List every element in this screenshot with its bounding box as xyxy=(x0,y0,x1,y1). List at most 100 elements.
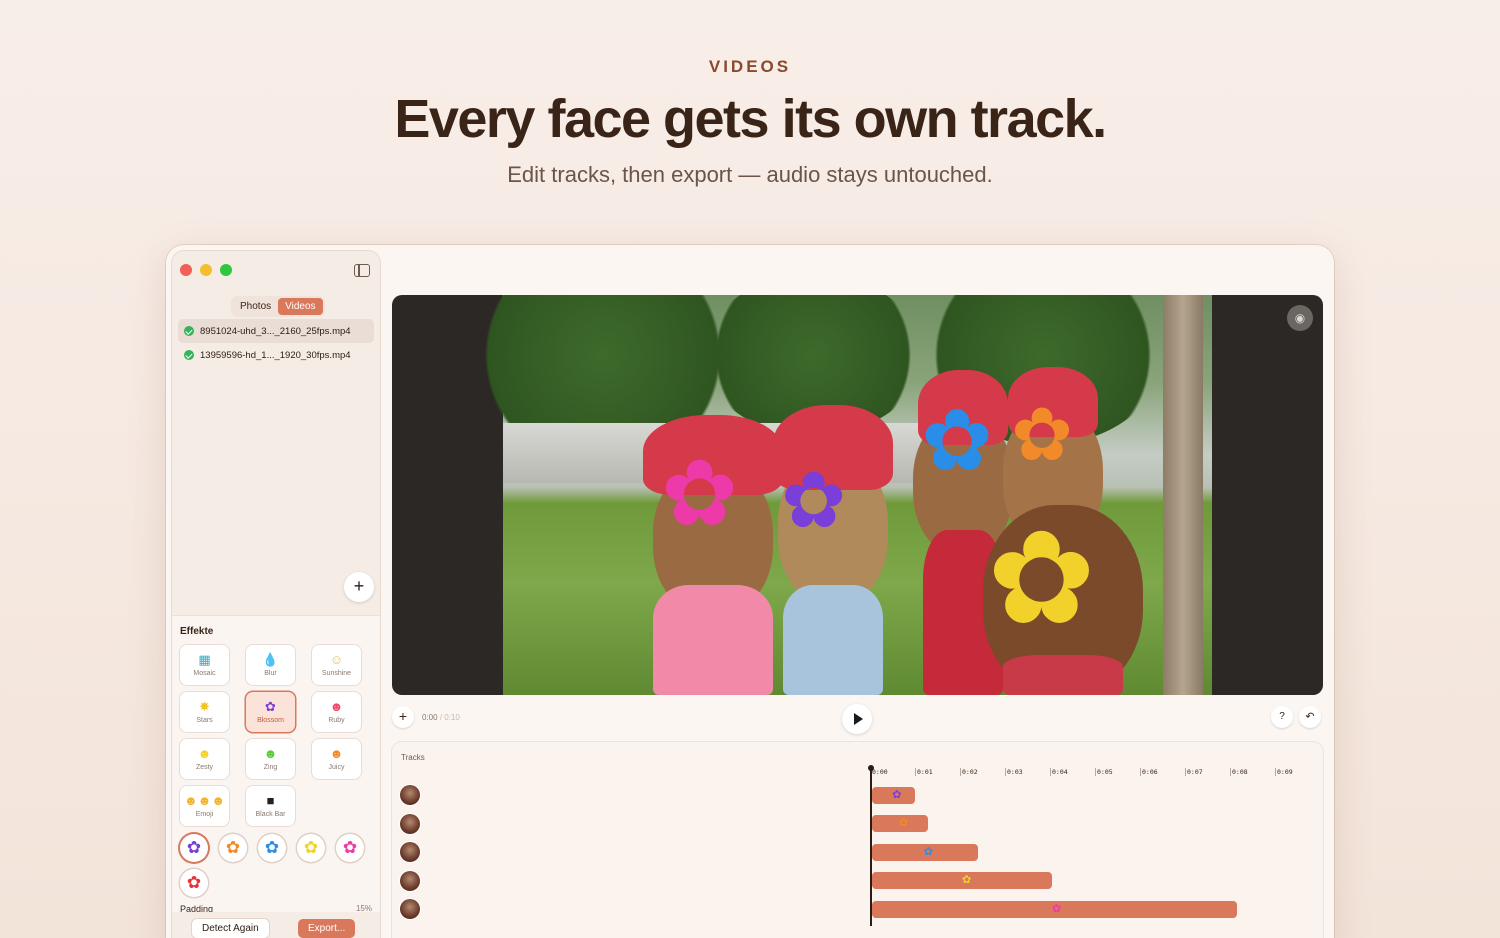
play-button[interactable] xyxy=(842,704,872,734)
face-thumbnail-avatar[interactable] xyxy=(400,870,420,891)
segment-photos[interactable]: Photos xyxy=(233,298,278,315)
effect-emoji[interactable]: ☻☻☻ Emoji xyxy=(180,786,229,826)
close-window-button[interactable] xyxy=(180,264,192,276)
zoom-window-button[interactable] xyxy=(220,264,232,276)
flower-icon: ✿ xyxy=(962,874,972,886)
flower-icon: ✿ xyxy=(225,838,241,857)
timeline-ruler[interactable]: 0:00 0:01 0:02 0:03 0:04 0:05 0:06 0:07 0:08 0:09 xyxy=(870,768,1310,778)
duration: / 0:10 xyxy=(439,713,460,722)
effect-label: Sunshine xyxy=(321,670,352,677)
playhead[interactable] xyxy=(868,765,873,926)
face-thumbnail-avatar[interactable] xyxy=(400,842,420,862)
effect-label: Zing xyxy=(263,764,278,771)
window-controls xyxy=(180,264,232,276)
sidebar-toggle-icon[interactable] xyxy=(354,264,370,277)
file-item[interactable]: 8951024-uhd_3..._2160_25fps.mp4 xyxy=(178,319,374,343)
face-track-bar[interactable]: ✿ xyxy=(872,900,1237,918)
flower-icon: ✿ xyxy=(923,845,933,858)
checkmark-icon xyxy=(184,326,194,336)
face-track-bar[interactable]: ✿ xyxy=(872,815,929,832)
time-readout: 0:00 / 0:10 xyxy=(422,713,460,722)
flower-icon: ✿ xyxy=(899,817,909,829)
timeline-tick: 0:04 xyxy=(1050,768,1068,776)
effect-sunshine[interactable]: ☺ Sunshine xyxy=(312,645,361,685)
sun-face-icon: ☺ xyxy=(329,652,344,667)
effect-ruby[interactable]: ☻ Ruby xyxy=(312,692,361,732)
flower-color-swatches: ✿ ✿ ✿ ✿ ✿ ✿ xyxy=(180,834,380,897)
help-button[interactable]: ? xyxy=(1271,706,1293,728)
face-track-bar[interactable]: ✿ xyxy=(872,786,915,804)
timeline-tick: 0:02 xyxy=(960,768,978,776)
mosaic-icon: ▦ xyxy=(198,652,211,667)
black-bar-icon: ■ xyxy=(266,793,275,808)
video-frame: ✿ ✿ ✿ ✿ ✿ xyxy=(473,295,1212,695)
add-file-button[interactable]: + xyxy=(344,572,374,602)
flower-icon: ✿ xyxy=(265,699,276,714)
add-track-button[interactable]: + xyxy=(392,706,414,728)
effect-label: Emoji xyxy=(195,811,214,818)
effect-stars[interactable]: ✸ Stars xyxy=(180,692,229,732)
timeline-tick: 0:06 xyxy=(1140,768,1158,776)
effects-grid: ▦ Mosaic 💧 Blur ☺ Sunshine ✸ Stars ✿ Blo… xyxy=(180,645,361,826)
tree-trunk xyxy=(1163,295,1203,695)
effect-blur[interactable]: 💧 Blur xyxy=(246,645,295,685)
swatch-red[interactable]: ✿ xyxy=(180,869,208,897)
effect-label: Ruby xyxy=(328,717,345,724)
undo-button[interactable]: ↶ xyxy=(1299,706,1321,728)
file-name: 13959596-hd_1..._1920_30fps.mp4 xyxy=(200,349,351,361)
effect-label: Mosaic xyxy=(193,670,216,677)
face-thumbnail-avatar[interactable] xyxy=(400,813,420,834)
export-button[interactable]: Export... xyxy=(298,919,356,938)
effect-zing[interactable]: ☻ Zing xyxy=(246,739,295,779)
swatch-orange[interactable]: ✿ xyxy=(219,834,247,862)
eye-icon[interactable]: ◉ xyxy=(1287,305,1313,331)
flower-icon: ✿ xyxy=(186,838,202,857)
minimize-window-button[interactable] xyxy=(200,264,212,276)
swatch-purple[interactable]: ✿ xyxy=(180,834,208,862)
swatch-pink[interactable]: ✿ xyxy=(336,834,364,862)
flower-icon: ✿ xyxy=(303,838,319,857)
blossom-face-overlay[interactable]: ✿ xyxy=(987,513,1096,643)
detect-again-button[interactable]: Detect Again xyxy=(192,919,269,938)
face-thumbnail-avatar[interactable] xyxy=(400,899,420,919)
effect-label: Zesty xyxy=(195,764,214,771)
zing-face-icon: ☻ xyxy=(263,746,278,761)
face-track-bar[interactable]: ✿ xyxy=(872,872,1052,889)
video-preview[interactable]: ✿ ✿ ✿ ✿ ✿ ◉ xyxy=(392,295,1323,695)
timeline-tick: 0:03 xyxy=(1005,768,1023,776)
checkmark-icon xyxy=(184,350,194,360)
timeline-tick: 0:01 xyxy=(915,768,933,776)
sidebar: Photos Videos 8951024-uhd_3..._2160_25fp… xyxy=(172,251,380,938)
effect-mosaic[interactable]: ▦ Mosaic xyxy=(180,645,229,685)
swatch-yellow[interactable]: ✿ xyxy=(297,834,325,862)
timeline-tick: 0:05 xyxy=(1095,768,1113,776)
playback-controls: + 0:00 / 0:10 ? ↶ xyxy=(392,704,1323,734)
blossom-face-overlay[interactable]: ✿ xyxy=(661,448,738,540)
zesty-face-icon: ☻ xyxy=(197,746,212,761)
subheadline: Edit tracks, then export — audio stays u… xyxy=(507,162,993,187)
blossom-face-overlay[interactable]: ✿ xyxy=(781,461,846,539)
flower-icon: ✿ xyxy=(186,873,202,892)
child-figure xyxy=(773,405,893,695)
effect-blossom[interactable]: ✿ Blossom xyxy=(246,692,295,732)
effect-juicy[interactable]: ☻ Juicy xyxy=(312,739,361,779)
juicy-face-icon: ☻ xyxy=(329,746,344,761)
effects-panel: Effekte ▦ Mosaic 💧 Blur ☺ Sunshine ✸ Sta… xyxy=(172,615,380,938)
effect-zesty[interactable]: ☻ Zesty xyxy=(180,739,229,779)
effect-black-bar[interactable]: ■ Black Bar xyxy=(246,786,295,826)
swatch-blue[interactable]: ✿ xyxy=(258,834,286,862)
blossom-face-overlay[interactable]: ✿ xyxy=(921,398,993,484)
flower-icon: ✿ xyxy=(342,838,358,857)
face-thumbnail-avatar[interactable] xyxy=(400,785,420,805)
blossom-face-overlay[interactable]: ✿ xyxy=(1011,398,1073,472)
segment-videos[interactable]: Videos xyxy=(278,298,323,315)
effects-title: Effekte xyxy=(180,626,214,637)
tracks-title: Tracks xyxy=(401,753,425,762)
ruby-face-icon: ☻ xyxy=(329,699,344,714)
timeline-tick: 0:09 xyxy=(1275,768,1293,776)
effect-label: Juicy xyxy=(328,764,345,771)
headline: Every face gets its own track. xyxy=(394,89,1107,149)
file-item[interactable]: 13959596-hd_1..._1920_30fps.mp4 xyxy=(178,343,374,367)
flower-icon: ✿ xyxy=(264,838,280,857)
face-track-bar[interactable]: ✿ xyxy=(872,843,978,861)
